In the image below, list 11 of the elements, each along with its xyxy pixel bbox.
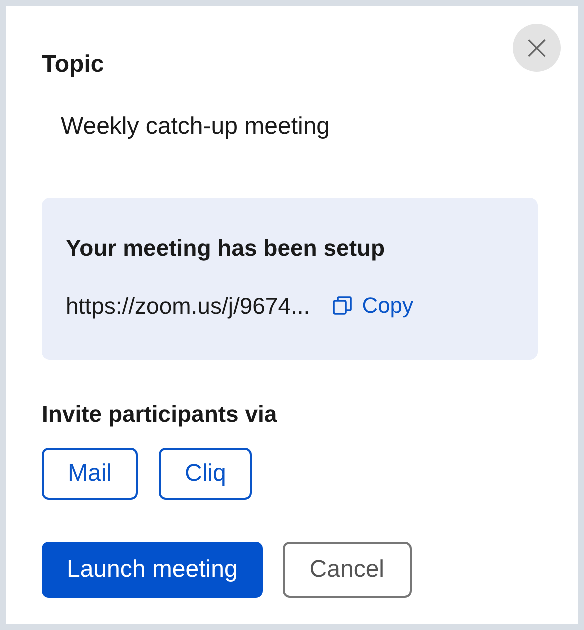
copy-button[interactable]: Copy — [332, 293, 414, 319]
invite-label: Invite participants via — [42, 400, 278, 428]
cancel-button[interactable]: Cancel — [282, 542, 412, 598]
invite-option-button[interactable]: Mail — [42, 448, 138, 500]
copy-icon — [332, 295, 354, 317]
launch-button[interactable]: Launch meeting — [42, 542, 263, 598]
topic-value: Weekly catch-up meeting — [61, 112, 332, 142]
close-button[interactable]: × — [513, 24, 561, 72]
topic-label: Topic — [42, 50, 106, 80]
invite-option-button[interactable]: Cliq — [159, 448, 252, 500]
notice-title: Your meeting has been setup — [66, 234, 386, 262]
